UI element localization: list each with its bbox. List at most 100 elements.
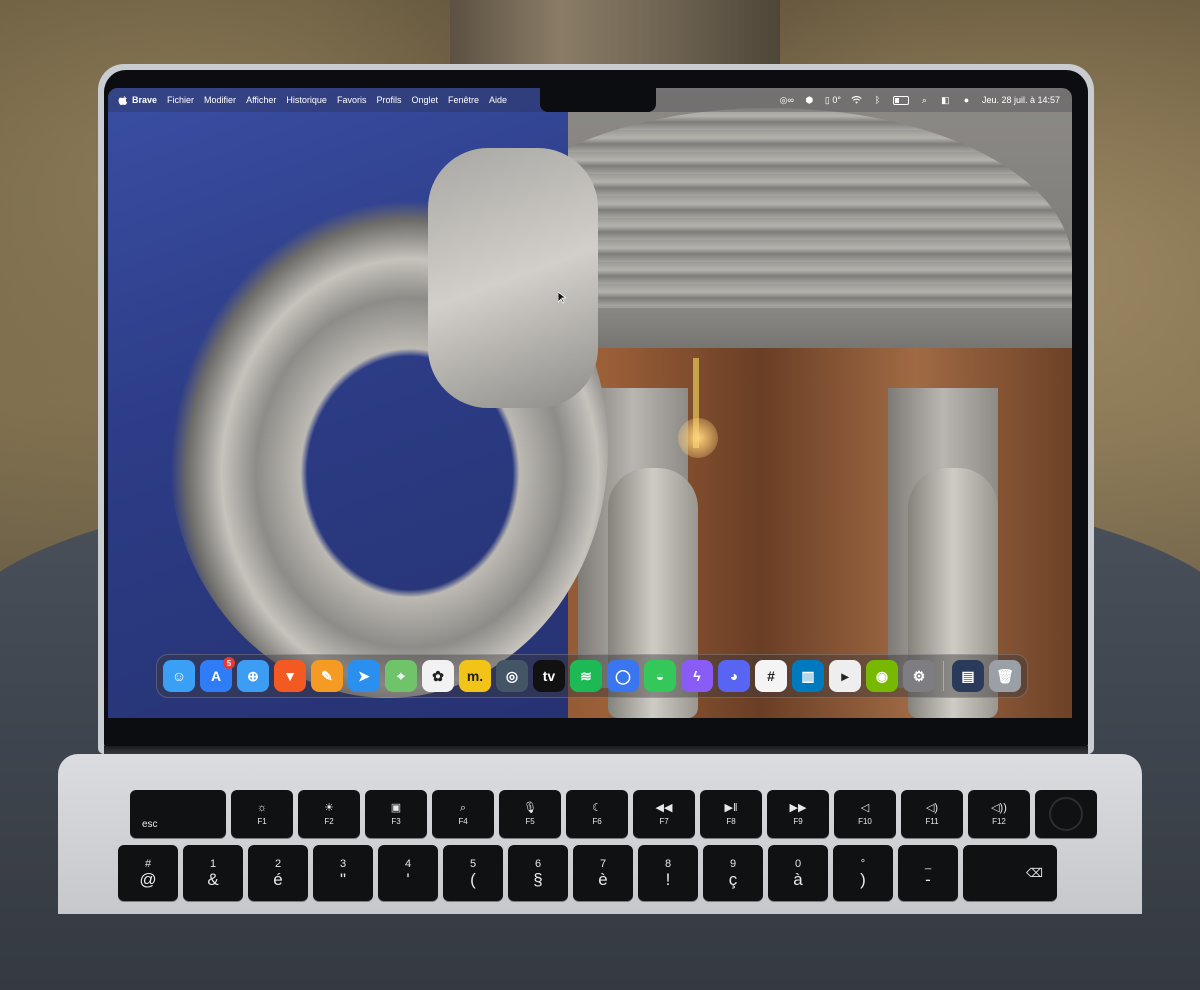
siri-icon[interactable]: ● — [961, 95, 972, 105]
key-f10[interactable]: ◁ F10 — [834, 790, 896, 838]
key-number-row[interactable]: 7è — [573, 845, 633, 901]
key-number-row[interactable]: 8! — [638, 845, 698, 901]
key-label: F10 — [858, 817, 872, 826]
key-main-label: é — [273, 869, 283, 889]
touch-id-ring — [1049, 797, 1083, 831]
messages-icon[interactable]: ◒ — [644, 660, 676, 692]
key-f8[interactable]: ▶‖ F8 — [700, 790, 762, 838]
dock-glyph: tv — [542, 668, 556, 684]
spark-icon[interactable]: ➤ — [348, 660, 380, 692]
key-number-row[interactable]: 6 § — [508, 845, 568, 901]
key-main-label: & — [207, 869, 219, 889]
key-main-label: " — [339, 869, 347, 889]
key-number-row[interactable]: 0à — [768, 845, 828, 901]
trello-icon[interactable]: ▥ — [792, 660, 824, 692]
menu-app-name[interactable]: Brave — [132, 95, 157, 105]
notification-badge: 5 — [223, 657, 235, 669]
key-number-row[interactable]: 5( — [443, 845, 503, 901]
key-f4[interactable]: ⌕ F4 — [432, 790, 494, 838]
shield-icon[interactable]: ⬢ — [804, 95, 815, 105]
brave-icon[interactable]: ▼ — [274, 660, 306, 692]
key-esc[interactable]: esc — [130, 790, 226, 838]
key-number-row[interactable]: # @ — [118, 845, 178, 901]
key-main-label: ⌫ — [1026, 866, 1043, 880]
status-bar: ◎ ∞ ⬢ ▯ 0° ᛒ ⌕ ◧ ● Jeu. 28 juil. à 14:57 — [780, 88, 1060, 112]
key-f12[interactable]: ◁)) F12 — [968, 790, 1030, 838]
key-f6[interactable]: ☾ F6 — [566, 790, 628, 838]
photos-icon[interactable]: ✿ — [422, 660, 454, 692]
apple-tv-icon[interactable]: tv — [533, 660, 565, 692]
key-number-row[interactable]: 3 " — [313, 845, 373, 901]
key-number-row[interactable]: 1 & — [183, 845, 243, 901]
key-f3[interactable]: ▣ F3 — [365, 790, 427, 838]
control-center-icon[interactable]: ◧ — [940, 95, 951, 105]
key-shift-label: _ — [924, 857, 932, 870]
vpn-status[interactable]: ◎ ∞ — [780, 95, 794, 106]
key-f9[interactable]: ▶▶ F9 — [767, 790, 829, 838]
messenger-icon[interactable]: ϟ — [681, 660, 713, 692]
key-f11[interactable]: ◁) F11 — [901, 790, 963, 838]
key-main-label: § — [533, 869, 543, 889]
key-main-label: à — [793, 869, 803, 889]
menu-afficher[interactable]: Afficher — [246, 95, 276, 105]
dock-glyph: ▼ — [283, 668, 297, 684]
key-f2[interactable]: ☀ F2 — [298, 790, 360, 838]
tree-trunk — [450, 0, 780, 70]
menu-fenetre[interactable]: Fenêtre — [448, 95, 479, 105]
spotify-icon[interactable]: ≋ — [570, 660, 602, 692]
key-number-row[interactable]: 4 ' — [378, 845, 438, 901]
menu-historique[interactable]: Historique — [286, 95, 327, 105]
key-delete[interactable]: ⌫ — [963, 845, 1057, 901]
key-shift-label: 2 — [274, 857, 282, 870]
downloads-stack-icon[interactable]: ▤ — [952, 660, 984, 692]
function-key-icon: ◁)) — [991, 802, 1007, 814]
menu-aide[interactable]: Aide — [489, 95, 507, 105]
menu-onglet[interactable]: Onglet — [411, 95, 438, 105]
apple-menu-icon[interactable] — [118, 94, 128, 106]
menu-favoris[interactable]: Favoris — [337, 95, 367, 105]
temperature-status[interactable]: ▯ 0° — [825, 95, 841, 106]
bluetooth-icon[interactable]: ᛒ — [872, 95, 883, 105]
menu-profils[interactable]: Profils — [376, 95, 401, 105]
signal-icon[interactable]: ◯ — [607, 660, 639, 692]
dock-glyph: ☺ — [171, 668, 187, 684]
menu-clock[interactable]: Jeu. 28 juil. à 14:57 — [982, 95, 1060, 105]
menu-modifier[interactable]: Modifier — [204, 95, 236, 105]
finder-icon[interactable]: ☺ — [163, 660, 195, 692]
spotlight-search-icon[interactable]: ⌕ — [919, 95, 930, 105]
temperature-text: 0° — [832, 95, 841, 105]
touch-id-button[interactable] — [1035, 790, 1097, 838]
nvidia-icon[interactable]: ◉ — [866, 660, 898, 692]
pages-icon[interactable]: ✎ — [311, 660, 343, 692]
wifi-icon[interactable] — [851, 95, 862, 105]
key-number-row[interactable]: °) — [833, 845, 893, 901]
key-label: F6 — [592, 817, 602, 826]
safari-icon[interactable]: ⊕ — [237, 660, 269, 692]
dock-glyph: ◕ — [729, 668, 739, 684]
key-shift-label: 5 — [469, 857, 477, 870]
dock-glyph: ✿ — [432, 667, 444, 684]
key-number-row[interactable]: 2é — [248, 845, 308, 901]
quicktime-icon[interactable]: ◎ — [496, 660, 528, 692]
battery-icon[interactable] — [892, 95, 909, 105]
key-f5[interactable]: 🎙 F5 — [499, 790, 561, 838]
function-key-icon: ☀ — [324, 802, 334, 814]
key-f1[interactable]: ☼ F1 — [231, 790, 293, 838]
discord-icon[interactable]: ◕ — [718, 660, 750, 692]
key-number-row[interactable]: 9ç — [703, 845, 763, 901]
maps-icon[interactable]: ⌖ — [385, 660, 417, 692]
key-label: F9 — [793, 817, 803, 826]
metaview-icon[interactable]: m. — [459, 660, 491, 692]
key-number-row[interactable]: _ - — [898, 845, 958, 901]
key-shift-label: 8 — [664, 857, 672, 870]
key-main-label: ! — [665, 869, 671, 889]
menu-fichier[interactable]: Fichier — [167, 95, 194, 105]
plex-icon[interactable]: ▸ — [829, 660, 861, 692]
function-key-icon: ◁ — [860, 802, 870, 814]
system-settings-icon[interactable]: ⚙ — [903, 660, 935, 692]
app-store-icon[interactable]: A5 — [200, 657, 235, 692]
trash-icon[interactable]: 🗑 — [989, 660, 1021, 692]
key-f7[interactable]: ◀◀ F7 — [633, 790, 695, 838]
slack-icon[interactable]: # — [755, 660, 787, 692]
key-shift-label: ° — [860, 857, 866, 870]
